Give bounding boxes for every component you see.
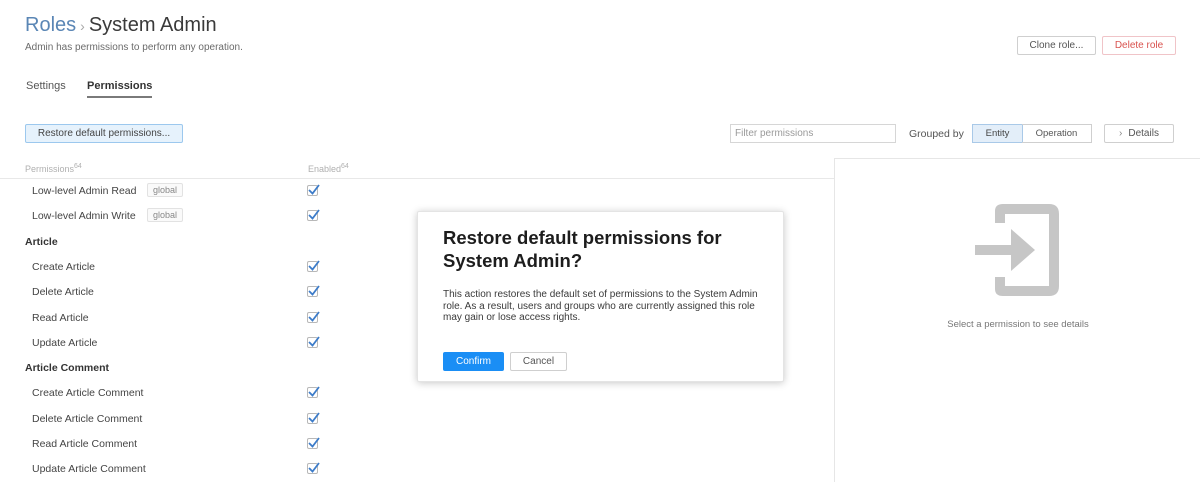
enabled-column-header[interactable]: Enabled64: [308, 163, 349, 174]
permission-row-label[interactable]: Low-level Admin Write: [32, 209, 136, 223]
breadcrumb: Roles › System Admin: [25, 12, 217, 39]
enabled-column-label: Enabled: [308, 164, 342, 174]
checkmark-icon: [308, 437, 320, 448]
checkmark-icon: [308, 209, 320, 221]
chevron-right-icon: ›: [80, 18, 85, 34]
checkmark-icon: [308, 310, 320, 322]
confirm-button[interactable]: Confirm: [443, 352, 504, 371]
permission-enabled-checkbox[interactable]: [307, 437, 320, 449]
permission-enabled-checkbox[interactable]: [307, 310, 320, 323]
permission-row-label[interactable]: Read Article Comment: [32, 437, 137, 451]
tab-permissions[interactable]: Permissions: [87, 80, 153, 98]
dialog-title: Restore default permissions for System A…: [443, 227, 722, 271]
permissions-column-label: Permissions: [25, 164, 75, 174]
permission-enabled-checkbox[interactable]: [307, 184, 320, 196]
permission-enabled-checkbox[interactable]: [307, 209, 320, 222]
enabled-count: 64: [341, 163, 349, 170]
dialog-body: This action restores the default set of …: [443, 289, 758, 323]
restore-default-permissions-button[interactable]: Restore default permissions...: [25, 124, 183, 143]
checkmark-icon: [308, 260, 320, 271]
cancel-button[interactable]: Cancel: [510, 352, 567, 371]
filter-permissions-input[interactable]: [730, 124, 896, 143]
permission-enabled-checkbox[interactable]: [307, 336, 320, 348]
sign-in-icon: [975, 204, 1059, 296]
permission-row-label[interactable]: Update Article: [32, 336, 97, 350]
permission-enabled-checkbox[interactable]: [307, 412, 320, 424]
details-panel: Select a permission to see details: [834, 158, 1200, 482]
checkmark-icon: [308, 412, 320, 423]
group-heading: Article Comment: [25, 362, 110, 375]
checkmark-icon: [308, 336, 320, 347]
breadcrumb-roles-link[interactable]: Roles: [25, 14, 76, 36]
permission-row-label[interactable]: Create Article: [32, 260, 95, 274]
permission-row-label[interactable]: Read Article: [32, 311, 89, 325]
scope-tag: global: [147, 208, 184, 223]
permission-row-label[interactable]: Create Article Comment: [32, 386, 143, 400]
checkmark-icon: [308, 184, 320, 195]
table-header-divider: [0, 178, 834, 179]
checkmark-icon: [308, 386, 320, 398]
page-subtitle: Admin has permissions to perform any ope…: [25, 42, 243, 53]
details-button[interactable]: › Details: [1104, 124, 1174, 143]
permission-row-label[interactable]: Delete Article Comment: [32, 412, 142, 426]
permission-enabled-checkbox[interactable]: [307, 260, 320, 272]
checkmark-icon: [308, 285, 320, 297]
clone-role-button[interactable]: Clone role...: [1017, 36, 1096, 55]
group-by-entity-toggle[interactable]: Entity: [972, 124, 1023, 143]
permission-row-label[interactable]: Delete Article: [32, 285, 94, 299]
group-heading: Article: [25, 235, 58, 248]
delete-role-button[interactable]: Delete role: [1102, 36, 1176, 55]
checkmark-icon: [308, 462, 320, 474]
scope-tag: global: [147, 183, 184, 197]
chevron-right-icon: ›: [1119, 128, 1123, 139]
page-title: System Admin: [88, 14, 217, 36]
restore-permissions-dialog: Restore default permissions for System A…: [417, 211, 784, 382]
grouped-by-label: Grouped by: [909, 128, 964, 140]
permission-enabled-checkbox[interactable]: [307, 462, 320, 475]
permissions-count: 64: [74, 163, 82, 170]
permissions-column-header[interactable]: Permissions64: [25, 163, 82, 174]
permission-enabled-checkbox[interactable]: [307, 285, 320, 298]
details-button-label: Details: [1128, 128, 1159, 139]
permission-row-label[interactable]: Low-level Admin Read: [32, 184, 136, 198]
permission-enabled-checkbox[interactable]: [307, 386, 320, 399]
tab-settings[interactable]: Settings: [26, 80, 66, 96]
group-by-operation-toggle[interactable]: Operation: [1022, 124, 1092, 143]
details-placeholder-text: Select a permission to see details: [947, 319, 1089, 330]
permission-row-label[interactable]: Update Article Comment: [32, 462, 146, 476]
